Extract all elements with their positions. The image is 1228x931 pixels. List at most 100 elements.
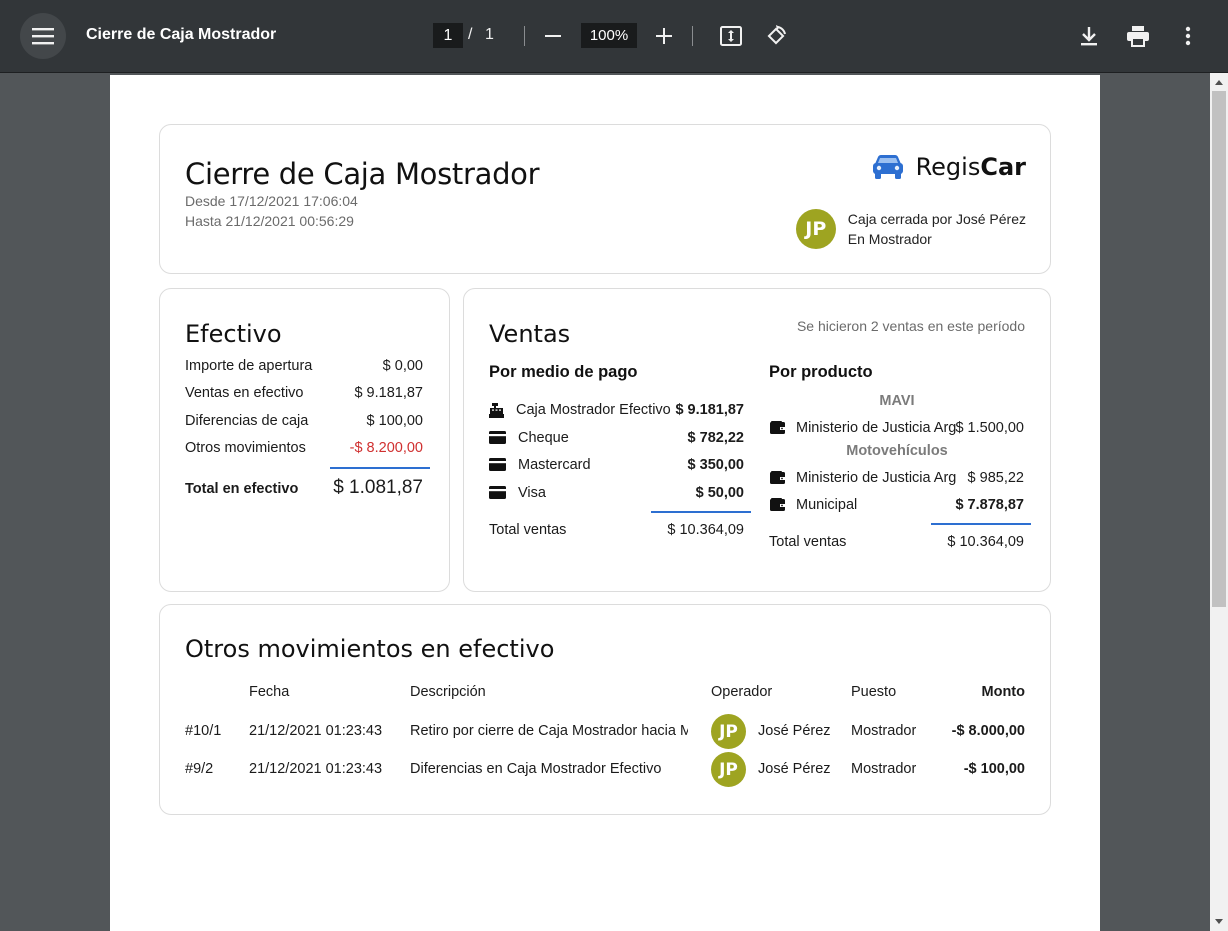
movement-monto: -$ 100,00: [963, 761, 1025, 777]
movement-puesto: Mostrador: [851, 723, 917, 739]
pdf-toolbar: Cierre de Caja Mostrador 1 / 1 100%: [0, 0, 1228, 73]
efectivo-row-label: Otros movimientos: [185, 440, 306, 456]
scroll-down-arrow[interactable]: [1210, 913, 1228, 931]
fit-page-button[interactable]: [718, 23, 744, 49]
movement-puesto: Mostrador: [851, 761, 917, 777]
arrow-up-icon: [1215, 80, 1223, 85]
more-options-button[interactable]: [1178, 23, 1198, 49]
total-divider: [931, 523, 1031, 525]
efectivo-row-amount: $ 100,00: [366, 413, 423, 429]
payment-method-label: Caja Mostrador Efectivo: [516, 402, 671, 418]
efectivo-row-label: Importe de apertura: [185, 358, 313, 374]
credit-card-icon: [488, 485, 506, 499]
scrollbar-thumb[interactable]: [1212, 91, 1226, 607]
brand-logo: RegisCar: [872, 153, 1026, 181]
plus-icon: [656, 28, 672, 44]
movement-id: #9/2: [185, 761, 214, 777]
product-amount: $ 7.878,87: [955, 497, 1024, 513]
avatar: JP: [711, 714, 746, 749]
payment-method-amount: $ 9.181,87: [675, 402, 744, 418]
payment-method-label: Mastercard: [518, 457, 591, 473]
ventas-count-note: Se hicieron 2 ventas en este período: [796, 318, 1025, 334]
rotate-icon: [767, 25, 786, 45]
movement-operador: José Pérez: [758, 761, 831, 777]
ventas-producto-total-amount: $ 10.364,09: [947, 534, 1024, 550]
col-header-descripcion: Descripción: [410, 684, 486, 700]
movement-descripcion: Diferencias en Caja Mostrador Efectivo: [410, 761, 662, 777]
print-button[interactable]: [1124, 23, 1152, 49]
ventas-card: Ventas Se hicieron 2 ventas en este perí…: [463, 288, 1051, 592]
closed-by-name: Caja cerrada por José Pérez: [847, 211, 1026, 227]
document-title: Cierre de Caja Mostrador: [86, 26, 277, 43]
payment-method-label: Visa: [518, 485, 546, 501]
movement-monto: -$ 8.000,00: [951, 723, 1025, 739]
download-button[interactable]: [1076, 23, 1102, 49]
brand-name-bold: Car: [980, 153, 1026, 181]
efectivo-row-amount: $ 9.181,87: [354, 385, 423, 401]
cash-register-icon: [488, 402, 504, 418]
avatar: JP: [711, 752, 746, 787]
payment-method-amount: $ 782,22: [687, 430, 744, 446]
payment-method-label: Cheque: [518, 430, 569, 446]
page-number-input[interactable]: 1: [433, 23, 463, 48]
closed-by-info: JP Caja cerrada por José Pérez En Mostra…: [795, 209, 1026, 249]
ventas-producto-total-label: Total ventas: [769, 534, 847, 550]
credit-card-icon: [488, 430, 506, 444]
efectivo-row-label: Diferencias de caja: [185, 413, 309, 429]
ventas-medio-total-amount: $ 10.364,09: [667, 522, 744, 538]
total-divider: [330, 467, 430, 469]
toolbar-divider: [524, 26, 525, 46]
avatar: JP: [795, 209, 836, 249]
efectivo-title: Efectivo: [185, 320, 282, 348]
zoom-in-button[interactable]: [653, 25, 675, 47]
otros-movimientos-card: Otros movimientos en efectivo Fecha Desc…: [159, 604, 1051, 815]
period-from: Desde 17/12/2021 17:06:04: [185, 193, 358, 209]
brand-name: RegisCar: [916, 153, 1026, 181]
efectivo-total-amount: $ 1.081,87: [333, 477, 423, 498]
product-label: Ministerio de Justicia Arg: [796, 420, 956, 436]
toolbar-divider: [692, 26, 693, 46]
payment-method-amount: $ 350,00: [687, 457, 744, 473]
payment-method-amount: $ 50,00: [695, 485, 744, 501]
movement-descripcion: Retiro por cierre de Caja Mostrador haci…: [410, 723, 688, 739]
por-producto-title: Por producto: [769, 363, 873, 381]
col-header-operador: Operador: [711, 684, 773, 700]
credit-card-icon: [488, 457, 506, 471]
vertical-scrollbar[interactable]: [1210, 73, 1228, 931]
scroll-up-arrow[interactable]: [1210, 73, 1228, 91]
total-divider: [651, 511, 751, 513]
printer-icon: [1127, 26, 1149, 47]
movement-fecha: 21/12/2021 01:23:43: [249, 723, 383, 739]
product-amount: $ 985,22: [967, 470, 1024, 486]
hamburger-menu-icon: [32, 28, 54, 45]
movement-fecha: 21/12/2021 01:23:43: [249, 761, 383, 777]
product-group-name: MAVI: [879, 393, 915, 409]
page-total: 1: [485, 26, 494, 43]
col-header-fecha: Fecha: [249, 684, 290, 700]
por-medio-title: Por medio de pago: [489, 363, 638, 381]
fit-to-page-icon: [720, 26, 742, 46]
product-label: Municipal: [796, 497, 858, 513]
page-separator: /: [468, 26, 473, 43]
ventas-title: Ventas: [489, 320, 571, 348]
closed-by-text: Caja cerrada por José Pérez En Mostrador: [848, 209, 1026, 249]
wallet-icon: [769, 470, 785, 484]
minus-icon: [545, 35, 561, 37]
menu-button[interactable]: [20, 13, 66, 59]
pdf-page: Cierre de Caja Mostrador Desde 17/12/202…: [110, 75, 1100, 931]
movement-id: #10/1: [185, 723, 222, 739]
col-header-puesto: Puesto: [851, 684, 897, 700]
col-header-monto: Monto: [981, 684, 1025, 700]
zoom-out-button[interactable]: [542, 25, 564, 47]
movement-operador: José Pérez: [758, 723, 831, 739]
period-to: Hasta 21/12/2021 00:56:29: [185, 213, 354, 229]
report-title: Cierre de Caja Mostrador: [185, 157, 540, 191]
product-amount: $ 1.500,00: [955, 420, 1024, 436]
zoom-level-input[interactable]: 100%: [581, 23, 637, 48]
car-icon: [872, 155, 903, 179]
rotate-button[interactable]: [763, 23, 789, 49]
efectivo-total-label: Total en efectivo: [185, 481, 299, 497]
header-card: Cierre de Caja Mostrador Desde 17/12/202…: [159, 124, 1051, 274]
otros-title: Otros movimientos en efectivo: [185, 635, 555, 663]
vertical-dots-icon: [1185, 26, 1191, 46]
